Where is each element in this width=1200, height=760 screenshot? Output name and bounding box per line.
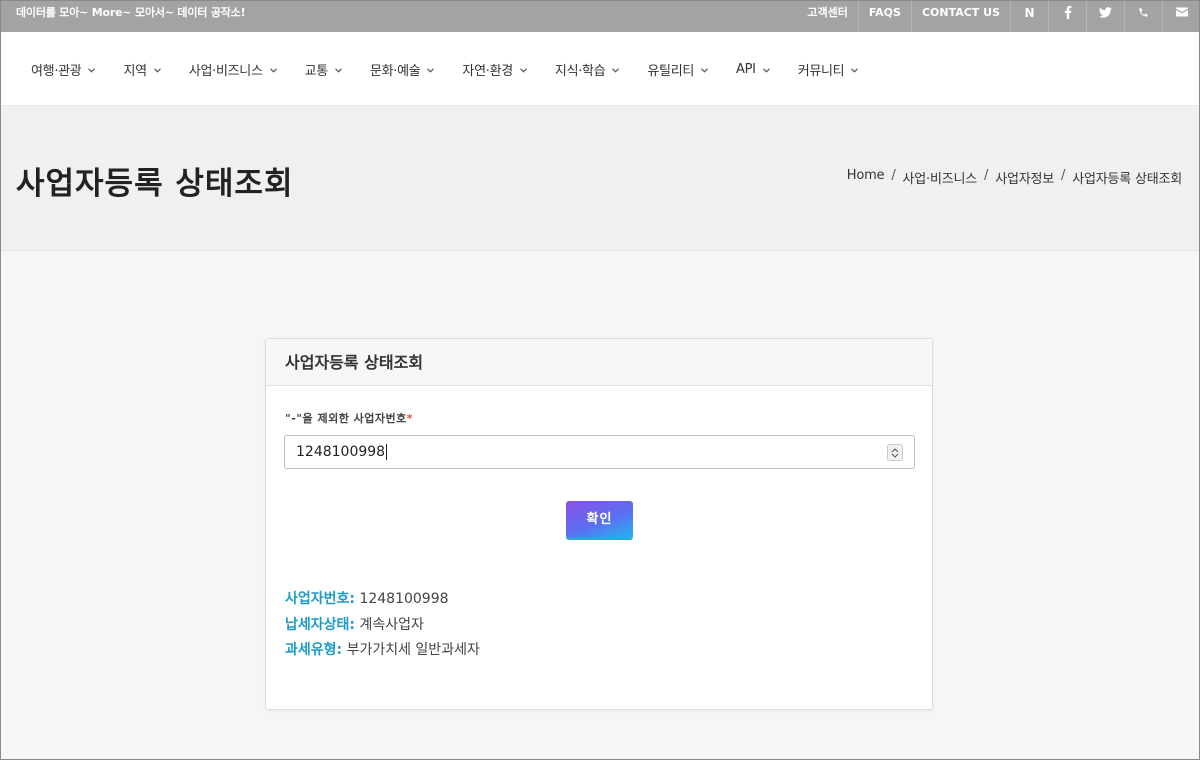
result-taxpayer-status: 납세자상태: 계속사업자 (285, 615, 480, 641)
faqs-link[interactable]: FAQS (857, 0, 911, 32)
breadcrumb-separator: / (891, 168, 896, 183)
nav-culture[interactable]: 문화·예술 (356, 54, 448, 84)
result-value: 1248100998 (359, 591, 449, 607)
result-tax-type: 과세유형: 부가가치세 일반과세자 (285, 640, 480, 666)
result-key: 납세자상태: (285, 616, 355, 633)
phone-icon[interactable] (1124, 0, 1162, 32)
nav-label: 문화·예술 (369, 63, 421, 79)
lookup-card: 사업자등록 상태조회 "-"을 제외한 사업자번호* 1248100998 확인… (265, 338, 933, 710)
input-text: 1248100998 (296, 444, 386, 460)
main-nav: 여행·관광 지역 사업·비즈니스 교통 문화·예술 자연·환경 지식·학습 유틸… (0, 32, 1200, 106)
nav-label: 자연·환경 (462, 63, 513, 79)
breadcrumb-business[interactable]: 사업·비즈니스 (903, 168, 978, 187)
breadcrumb-separator: / (1061, 168, 1066, 183)
nav-transport[interactable]: 교통 (291, 54, 356, 84)
breadcrumb-business-info[interactable]: 사업자정보 (995, 168, 1054, 187)
chevron-down-icon (88, 62, 96, 77)
facebook-icon[interactable] (1048, 0, 1086, 32)
twitter-icon[interactable] (1086, 0, 1124, 32)
business-number-input[interactable]: 1248100998 (284, 435, 915, 469)
top-bar: 데이터를 모아~ More~ 모아서~ 데이터 공작소! 고객센터 FAQS C… (0, 0, 1200, 32)
nav-label: 여행·관광 (31, 63, 82, 79)
number-spinner[interactable] (887, 444, 903, 461)
confirm-button[interactable]: 확인 (566, 501, 633, 538)
nav-community[interactable]: 커뮤니티 (784, 54, 873, 84)
naver-icon[interactable]: N (1010, 0, 1048, 32)
page-title: 사업자등록 상태조회 (16, 166, 294, 202)
chevron-down-icon (153, 62, 161, 77)
nav-utility[interactable]: 유틸리티 (633, 54, 722, 84)
chevron-down-icon (612, 62, 620, 77)
nav-business[interactable]: 사업·비즈니스 (175, 54, 291, 84)
chevron-down-icon (851, 62, 859, 77)
nav-travel[interactable]: 여행·관광 (17, 54, 109, 84)
business-number-value: 1248100998 (296, 436, 388, 469)
chevron-down-icon (335, 62, 342, 77)
required-mark: * (406, 412, 414, 425)
nav-label: 지역 (123, 63, 147, 79)
result-key: 사업자번호: (285, 591, 355, 607)
result-business-number: 사업자번호: 1248100998 (285, 589, 480, 615)
label-text: "-"을 제외한 사업자번호 (285, 412, 407, 425)
chevron-down-icon (269, 62, 277, 77)
nav-knowledge[interactable]: 지식·학습 (541, 54, 633, 84)
mail-icon[interactable] (1162, 0, 1200, 32)
nav-region[interactable]: 지역 (109, 54, 174, 84)
nav-nature[interactable]: 자연·환경 (448, 54, 540, 84)
chevron-down-icon (427, 62, 435, 77)
business-number-label: "-"을 제외한 사업자번호* (285, 410, 413, 426)
breadcrumb-home[interactable]: Home (847, 168, 885, 187)
chevron-down-icon (519, 62, 527, 77)
nav-label: 교통 (304, 63, 329, 79)
breadcrumb-current: 사업자등록 상태조회 (1072, 172, 1182, 187)
result-list: 사업자번호: 1248100998 납세자상태: 계속사업자 과세유형: 부가가… (285, 589, 480, 666)
breadcrumb-separator: / (984, 168, 989, 183)
nav-label: 커뮤니티 (797, 63, 845, 79)
nav-label: 지식·학습 (554, 63, 606, 79)
customer-center-link[interactable]: 고객센터 (797, 0, 857, 32)
contact-us-link[interactable]: CONTACT US (910, 0, 1010, 32)
card-title: 사업자등록 상태조회 (266, 339, 932, 386)
nav-label: 유틸리티 (647, 63, 695, 79)
nav-api[interactable]: API (722, 54, 784, 84)
chevron-down-icon (762, 62, 770, 77)
result-value: 계속사업자 (359, 616, 424, 633)
text-caret (386, 444, 388, 460)
top-links: 고객센터 FAQS CONTACT US N (797, 0, 1200, 32)
site-tagline: 데이터를 모아~ More~ 모아서~ 데이터 공작소! (16, 6, 246, 19)
page-title-bar: 사업자등록 상태조회 Home / 사업·비즈니스 / 사업자정보 / 사업자등… (0, 106, 1200, 251)
nav-label: API (736, 61, 756, 77)
nav-label: 사업·비즈니스 (188, 63, 263, 79)
result-key: 과세유형: (285, 642, 343, 658)
spinner-down-icon[interactable] (891, 453, 899, 458)
result-value: 부가가치세 일반과세자 (346, 642, 480, 658)
breadcrumb: Home / 사업·비즈니스 / 사업자정보 / 사업자등록 상태조회 (847, 168, 1182, 187)
chevron-down-icon (701, 62, 708, 77)
